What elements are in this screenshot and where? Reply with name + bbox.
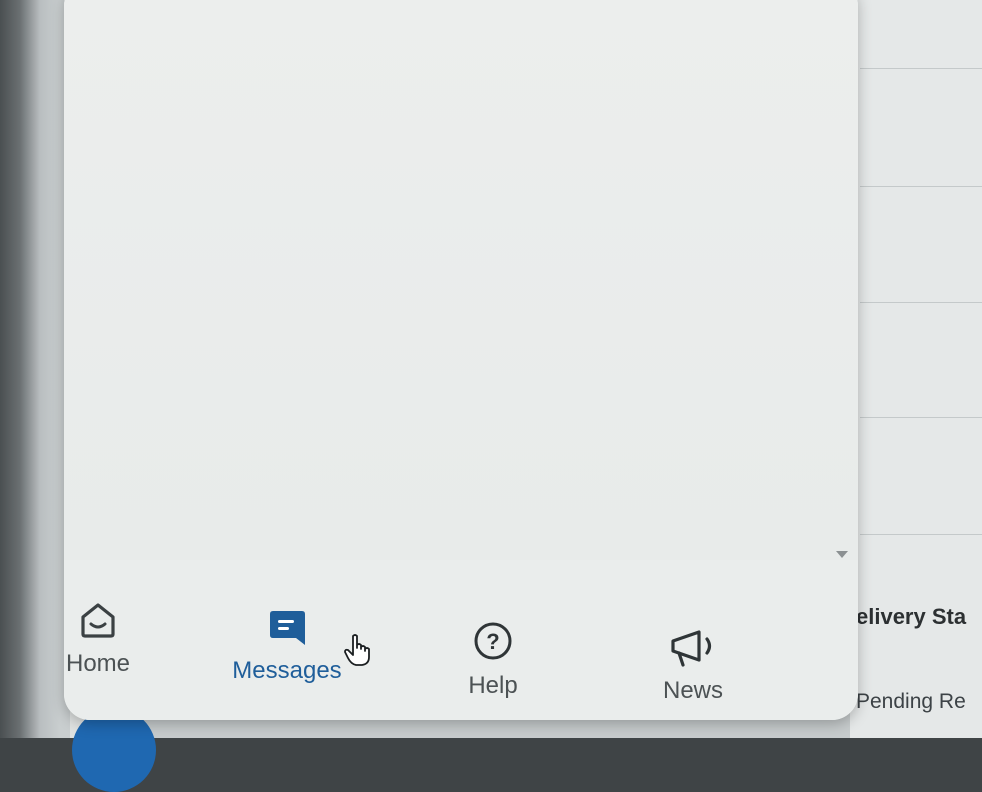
widget-content-area (64, 0, 858, 560)
divider (860, 417, 982, 418)
tab-help-label: Help (468, 672, 518, 699)
tab-home-label: Home (65, 650, 131, 677)
message-icon (270, 611, 305, 645)
tab-messages[interactable]: Messages (222, 607, 352, 685)
messenger-widget (64, 0, 858, 720)
divider (860, 186, 982, 187)
divider (860, 534, 982, 535)
delivery-status-value: Pending Re (856, 690, 966, 713)
megaphone-icon (671, 630, 712, 667)
tab-messages-label: Messages (232, 657, 342, 684)
tab-help[interactable]: ? Help (448, 620, 538, 700)
svg-text:?: ? (486, 629, 499, 654)
delivery-status-label: elivery Sta (856, 604, 967, 629)
divider (860, 302, 982, 303)
help-icon: ? (474, 622, 512, 660)
hand-cursor-icon (344, 634, 370, 666)
tab-news[interactable]: News (648, 627, 738, 705)
chat-launcher-button[interactable] (72, 708, 156, 792)
background-right-panel: elivery Sta Pending Re (850, 0, 982, 738)
tab-home[interactable]: Home (54, 600, 142, 678)
home-icon (81, 603, 115, 638)
divider (860, 68, 982, 69)
tab-news-label: News (662, 677, 723, 704)
scroll-down-arrow-icon[interactable] (836, 551, 848, 558)
